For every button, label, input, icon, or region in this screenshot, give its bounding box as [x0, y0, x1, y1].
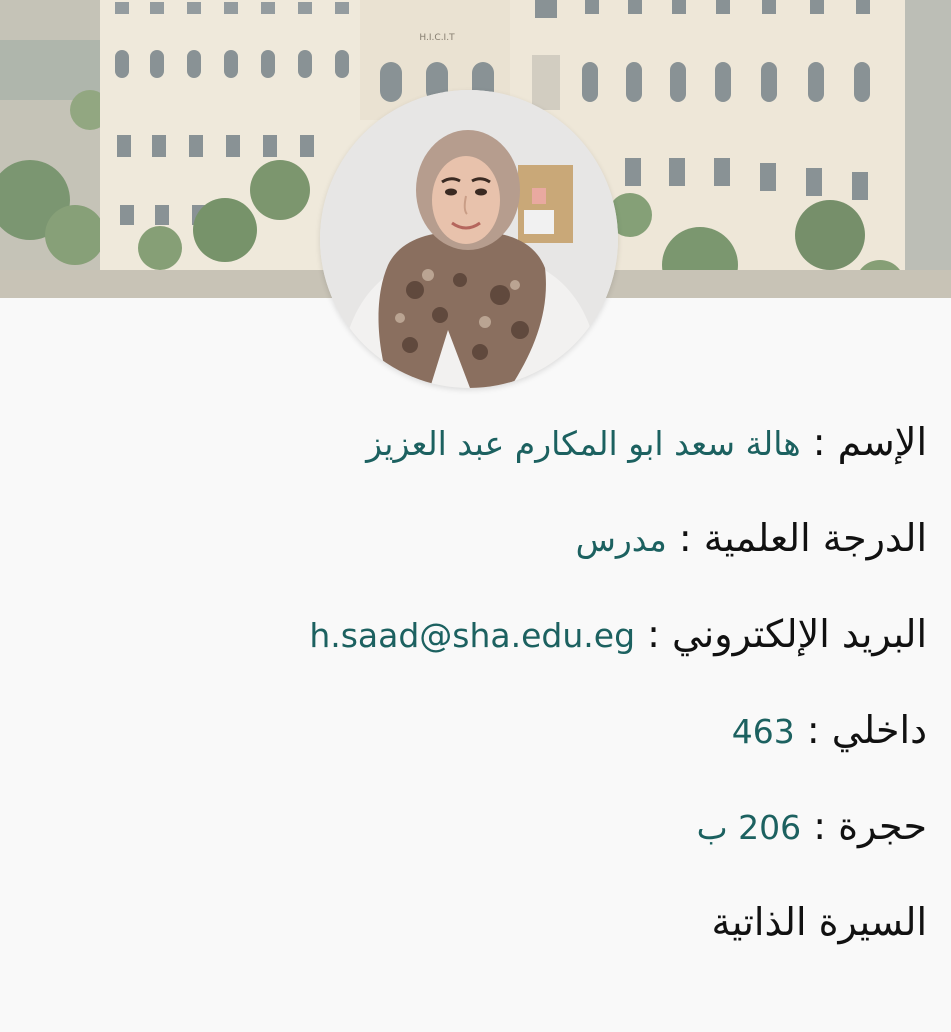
- info-row-room: حجرة : 206 ب: [47, 794, 927, 890]
- degree-label: الدرجة العلمية: [703, 516, 927, 560]
- degree-separator: :: [666, 516, 704, 560]
- faculty-profile-page: H.I.C.I.T الإسم: هالة سعد ابو المكارم ع…: [0, 0, 951, 1032]
- extension-label: داخلي: [831, 708, 927, 752]
- avatar-portrait: [320, 90, 618, 388]
- email-value[interactable]: h.saad@sha.edu.eg: [309, 616, 635, 655]
- info-row-name: الإسم : هالة سعد ابو المكارم عبد العزيز: [47, 410, 927, 506]
- info-row-degree: الدرجة العلمية : مدرس: [47, 506, 927, 602]
- room-label: حجرة: [838, 804, 927, 848]
- name-label: الإسم: [837, 420, 927, 464]
- extension-separator: :: [794, 708, 832, 752]
- cv-link[interactable]: السيرة الذاتية: [711, 900, 927, 944]
- info-row-email: البريد الإلكتروني : h.saad@sha.edu.eg: [47, 602, 927, 698]
- room-separator: :: [801, 804, 839, 848]
- profile-avatar: [320, 90, 618, 388]
- room-value: 206 ب: [696, 808, 802, 847]
- info-row-cv: السيرة الذاتية: [47, 890, 927, 986]
- email-separator: :: [635, 612, 672, 656]
- name-value: هالة سعد ابو المكارم عبد العزيز: [366, 424, 801, 463]
- email-label: البريد الإلكتروني: [672, 612, 927, 656]
- degree-value: مدرس: [575, 520, 667, 559]
- profile-info: الإسم : هالة سعد ابو المكارم عبد العزيز …: [47, 410, 927, 986]
- name-separator: :: [800, 420, 838, 464]
- extension-value: 463: [731, 712, 795, 751]
- info-row-extension: داخلي : 463: [47, 698, 927, 794]
